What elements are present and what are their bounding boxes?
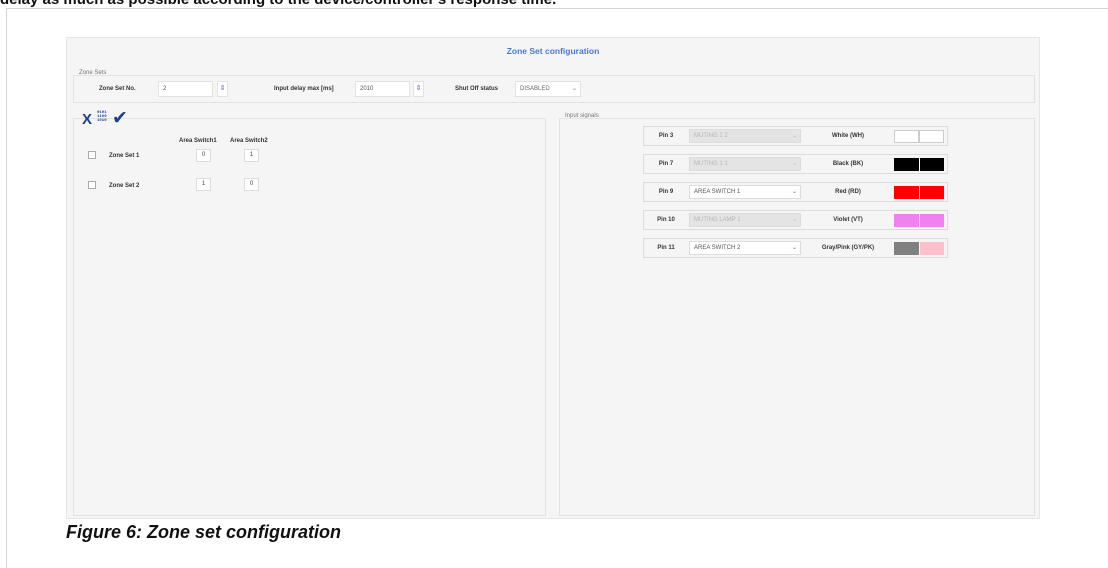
signal-function-dropdown[interactable]: AREA SWITCH 2 ⌄ xyxy=(689,241,801,255)
wire-color-swatch xyxy=(919,242,944,255)
shut-off-status-value: DISABLED xyxy=(520,86,550,92)
input-delay-spinner-icon[interactable]: ⇕ xyxy=(413,81,424,97)
wire-color-swatch xyxy=(919,158,944,171)
input-delay-label: Input delay max [ms] xyxy=(274,86,334,92)
signal-function-dropdown: MUTING 1 1 ⌄ xyxy=(689,157,801,171)
shut-off-status-dropdown[interactable]: DISABLED ⌄ xyxy=(515,81,581,97)
wire-color-swatch xyxy=(919,130,944,143)
chevron-down-icon: ⌄ xyxy=(791,245,797,251)
wire-color-swatch xyxy=(919,186,944,199)
zone-set-configuration-window: Zone Set configuration Zone Sets Zone Se… xyxy=(66,37,1040,519)
window-title: Zone Set configuration xyxy=(506,46,600,56)
binary-icon[interactable]: 0101 1100 1010 xyxy=(97,111,107,123)
signal-row-pin3: Pin 3 MUTING 1 2 ⌄ White (WH) xyxy=(643,126,948,146)
area-switch1-header: Area Switch1 xyxy=(179,138,217,144)
signal-row-pin10: Pin 10 MUTING LAMP 1 ⌄ Violet (VT) xyxy=(643,210,948,230)
zone-sets-group: Zone Set No. 2 ⇕ Input delay max [ms] 20… xyxy=(73,75,1035,103)
chevron-down-icon: ⌄ xyxy=(791,161,797,167)
zone-set-2-label: Zone Set 2 xyxy=(109,183,140,189)
chevron-down-icon: ⌄ xyxy=(791,189,797,195)
chevron-down-icon: ⌄ xyxy=(791,217,797,223)
zone-set-2-checkbox[interactable] xyxy=(88,181,96,189)
zone-set-no-input[interactable]: 2 xyxy=(158,81,213,97)
zone-set-1-area-switch2[interactable]: 1 xyxy=(244,149,259,162)
signal-function-value: MUTING LAMP 1 xyxy=(694,217,741,223)
wire-color-swatch xyxy=(894,130,919,143)
shut-off-status-label: Shut Off status xyxy=(455,86,498,92)
wire-color-label: Red (RD) xyxy=(835,189,861,195)
signal-row-pin7: Pin 7 MUTING 1 1 ⌄ Black (BK) xyxy=(643,154,948,174)
binary-text-line: 1010 xyxy=(97,119,107,123)
signal-row-pin9: Pin 9 AREA SWITCH 1 ⌄ Red (RD) xyxy=(643,182,948,202)
wire-color-label: Violet (VT) xyxy=(833,217,863,223)
zone-set-1-label: Zone Set 1 xyxy=(109,153,140,159)
wire-color-swatch xyxy=(919,214,944,227)
pin-label: Pin 11 xyxy=(657,245,675,251)
zone-set-1-area-switch1[interactable]: 0 xyxy=(196,149,211,162)
signal-function-dropdown: MUTING 1 2 ⌄ xyxy=(689,129,801,143)
pin-label: Pin 10 xyxy=(657,217,675,223)
checkmark-icon[interactable]: ✔ xyxy=(112,109,128,128)
wire-color-swatch xyxy=(894,242,919,255)
x-icon[interactable]: X xyxy=(82,112,92,127)
wire-color-swatch xyxy=(894,186,919,199)
input-signals-panel: Pin 3 MUTING 1 2 ⌄ White (WH) Pin 7 MUTIN… xyxy=(559,118,1035,516)
zone-set-no-spinner-icon[interactable]: ⇕ xyxy=(217,81,228,97)
wire-color-label: Gray/Pink (GY/PK) xyxy=(821,245,875,251)
zone-set-table-panel: X 0101 1100 1010 ✔ Area Switch1 Area Switc… xyxy=(73,109,546,516)
area-switch2-header: Area Switch2 xyxy=(230,138,268,144)
wire-color-label: Black (BK) xyxy=(832,161,864,167)
zone-set-no-label: Zone Set No. xyxy=(99,86,136,92)
zone-set-2-area-switch2[interactable]: 0 xyxy=(244,178,259,191)
zone-set-1-checkbox[interactable] xyxy=(88,151,96,159)
figure-caption: Figure 6: Zone set configuration xyxy=(66,522,342,542)
chevron-down-icon: ⌄ xyxy=(571,86,577,92)
zone-set-2-area-switch1[interactable]: 1 xyxy=(196,178,211,191)
wire-color-label: White (WH) xyxy=(832,133,864,139)
chevron-down-icon: ⌄ xyxy=(791,133,797,139)
signal-function-value: AREA SWITCH 2 xyxy=(694,245,741,251)
signal-function-dropdown[interactable]: AREA SWITCH 1 ⌄ xyxy=(689,185,801,199)
wire-color-swatch xyxy=(894,158,919,171)
signal-function-value: MUTING 1 2 xyxy=(694,133,728,139)
signal-function-dropdown: MUTING LAMP 1 ⌄ xyxy=(689,213,801,227)
signal-function-value: AREA SWITCH 1 xyxy=(694,189,741,195)
signal-row-pin11: Pin 11 AREA SWITCH 2 ⌄ Gray/Pink (GY/PK) xyxy=(643,238,948,258)
wire-color-swatch xyxy=(894,214,919,227)
pin-label: Pin 9 xyxy=(658,189,674,195)
input-delay-input[interactable]: 2010 xyxy=(355,81,410,97)
pin-label: Pin 7 xyxy=(658,161,674,167)
document-text-line: delay as much as possible according to t… xyxy=(0,0,1108,8)
signal-function-value: MUTING 1 1 xyxy=(694,161,728,167)
pin-label: Pin 3 xyxy=(658,133,674,139)
